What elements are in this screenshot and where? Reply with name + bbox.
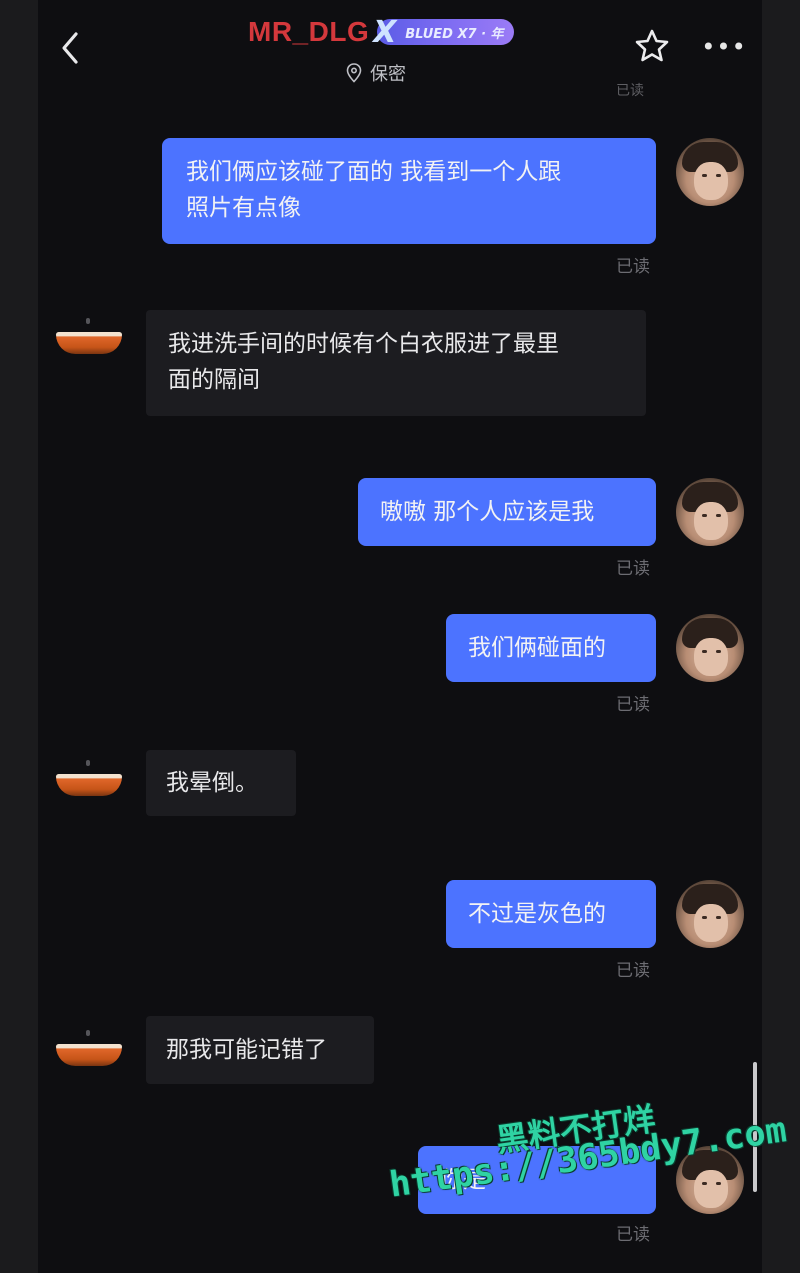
contact-avatar[interactable] bbox=[54, 1030, 124, 1070]
read-status: 已读 bbox=[616, 961, 650, 981]
read-status: 已读 bbox=[616, 257, 650, 277]
vip-badge: X BLUED X7 · 年 bbox=[373, 15, 514, 50]
message-bubble-theirs[interactable]: 我晕倒。 bbox=[146, 750, 296, 816]
message-bubble-theirs[interactable]: 那我可能记错了 bbox=[146, 1016, 374, 1084]
message-text: 不过是灰色的 bbox=[468, 901, 606, 927]
chevron-left-icon bbox=[62, 32, 78, 64]
read-status: 已读 bbox=[616, 1225, 650, 1245]
location-text: 保密 bbox=[370, 64, 406, 85]
vip-badge-label: BLUED X7 · 年 bbox=[405, 26, 504, 42]
message-text: 那我可能记错了 bbox=[166, 1037, 327, 1063]
message-text-line: 我进洗手间的时候有个白衣服进了最里 bbox=[168, 331, 559, 357]
message-text-line: 面的隔间 bbox=[168, 367, 260, 393]
more-button[interactable]: ••• bbox=[701, 32, 745, 62]
read-status: 已读 bbox=[616, 83, 644, 99]
right-frame-strip bbox=[762, 0, 800, 1273]
read-status: 已读 bbox=[616, 559, 650, 579]
message-bubble-mine[interactable]: 我们俩碰面的 bbox=[446, 614, 656, 682]
message-text: 我晕倒。 bbox=[166, 770, 258, 796]
location-row: 保密 bbox=[346, 60, 406, 86]
vip-x-icon: X bbox=[373, 15, 397, 50]
message-bubble-mine[interactable]: 嗷嗷 那个人应该是我 bbox=[358, 478, 656, 546]
message-text: 嗷嗷 那个人应该是我 bbox=[380, 499, 595, 525]
left-frame-strip bbox=[0, 0, 38, 1273]
contact-avatar[interactable] bbox=[54, 318, 124, 358]
read-status: 已读 bbox=[616, 695, 650, 715]
star-icon bbox=[635, 29, 669, 62]
location-pin-icon bbox=[346, 63, 362, 83]
message-text-line: 我们俩应该碰了面的 我看到一个人跟 bbox=[186, 159, 562, 185]
message-text-line: 照片有点像 bbox=[186, 195, 301, 221]
chat-screen: MR_DLG X BLUED X7 · 年 保密 ••• 已读 我们俩应该碰了面… bbox=[38, 0, 762, 1273]
message-bubble-mine[interactable]: 我们俩应该碰了面的 我看到一个人跟 照片有点像 bbox=[162, 138, 656, 244]
message-bubble-theirs[interactable]: 我进洗手间的时候有个白衣服进了最里 面的隔间 bbox=[146, 310, 646, 416]
more-dots-icon: ••• bbox=[701, 33, 747, 61]
my-avatar[interactable] bbox=[676, 614, 744, 682]
contact-avatar[interactable] bbox=[54, 760, 124, 800]
contact-name: MR_DLG bbox=[248, 16, 370, 47]
my-avatar[interactable] bbox=[676, 880, 744, 948]
favorite-button[interactable] bbox=[634, 28, 670, 64]
chat-header: MR_DLG X BLUED X7 · 年 保密 ••• 已读 bbox=[38, 0, 762, 99]
my-avatar[interactable] bbox=[676, 138, 744, 206]
message-text: 我们俩碰面的 bbox=[468, 635, 606, 661]
back-button[interactable] bbox=[56, 28, 84, 68]
my-avatar[interactable] bbox=[676, 478, 744, 546]
message-bubble-mine[interactable]: 不过是灰色的 bbox=[446, 880, 656, 948]
title-row[interactable]: MR_DLG X BLUED X7 · 年 bbox=[248, 15, 514, 50]
